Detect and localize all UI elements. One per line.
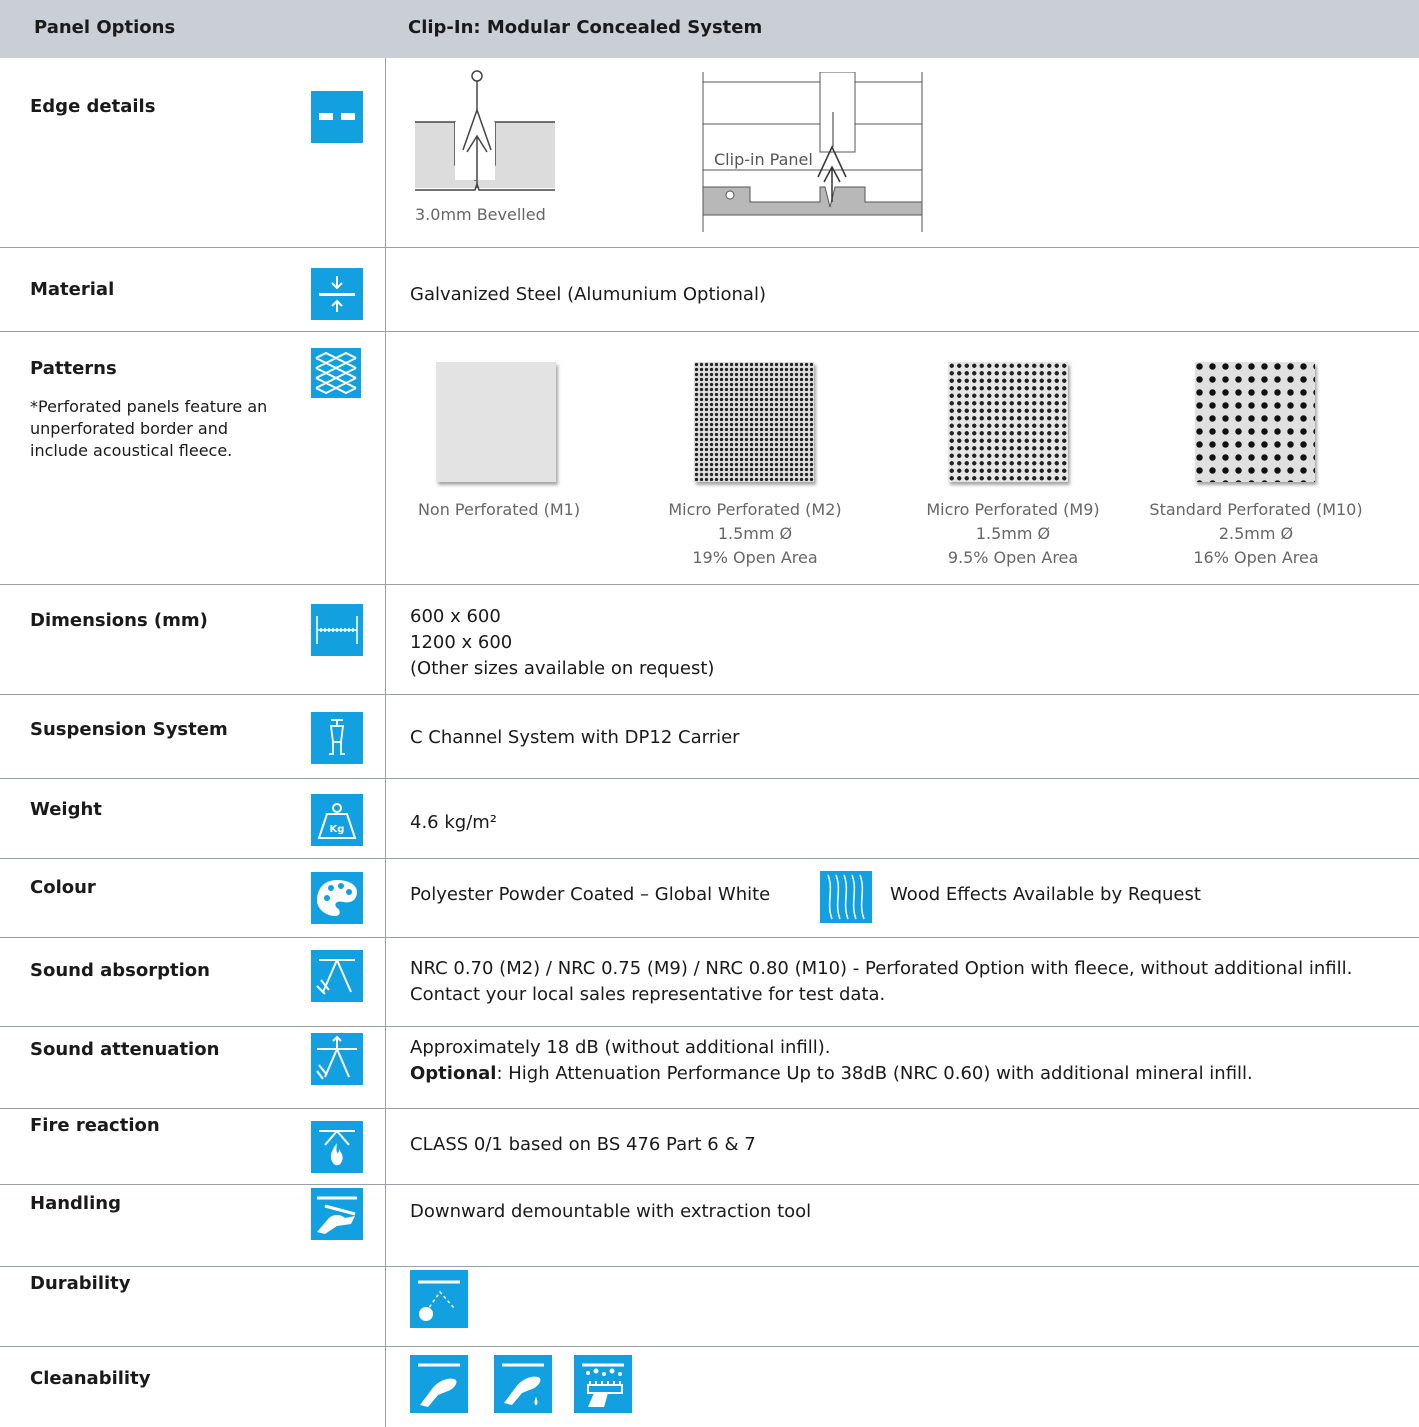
attenuation-optional-label: Optional — [410, 1063, 497, 1084]
durability-label: Durability — [30, 1273, 131, 1294]
row-edge-details: Edge details 3.0mm Bevelled Clip-in Pane… — [0, 58, 1419, 248]
cleanability-label: Cleanability — [30, 1368, 151, 1389]
pattern-m10-open-area: 16% Open Area — [1193, 548, 1319, 567]
pattern-icon — [311, 348, 361, 398]
absorption-label: Sound absorption — [30, 960, 210, 981]
row-cleanability: Cleanability — [0, 1347, 1419, 1427]
clip-in-panel-label: Clip-in Panel — [714, 150, 813, 169]
wood-icon — [820, 871, 872, 923]
row-material: Material Galvanized Steel (Alumunium Opt… — [0, 248, 1419, 332]
dimension-note: (Other sizes available on request) — [410, 658, 715, 679]
row-dimensions: Dimensions (mm) 600 x 600 1200 x 600 (Ot… — [0, 585, 1419, 695]
absorption-nrc: NRC 0.70 (M2) / NRC 0.75 (M9) / NRC 0.80… — [410, 958, 1353, 979]
swatch-m9 — [948, 362, 1068, 482]
row-suspension: Suspension System C Channel System with … — [0, 695, 1419, 779]
weight-value: 4.6 kg/m² — [410, 812, 498, 833]
header-system-name: Clip-In: Modular Concealed System — [408, 17, 763, 38]
row-durability: Durability — [0, 1267, 1419, 1347]
row-sound-attenuation: Sound attenuation Approximately 18 dB (w… — [0, 1027, 1419, 1109]
attenuation-optional: Optional: High Attenuation Performance U… — [410, 1061, 1253, 1087]
dimensions-values: 600 x 600 1200 x 600 (Other sizes availa… — [410, 604, 714, 682]
absorption-icon — [311, 950, 363, 1002]
dimension-1200x600: 1200 x 600 — [410, 632, 513, 653]
edge-label: Edge details — [30, 96, 156, 117]
row-patterns: Patterns *Perforated panels feature an u… — [0, 332, 1419, 585]
attenuation-icon — [311, 1033, 363, 1085]
impact-icon — [410, 1270, 468, 1328]
suspension-label: Suspension System — [30, 719, 228, 740]
wipe-icon — [410, 1355, 468, 1413]
wood-effects-text: Wood Effects Available by Request — [890, 884, 1201, 905]
weight-icon-text: Kg — [330, 824, 345, 835]
row-weight: Weight Kg 4.6 kg/m² — [0, 779, 1419, 859]
pattern-m1-name: Non Perforated (M1) — [417, 500, 581, 519]
pattern-m2-name: Micro Perforated (M2) — [668, 500, 842, 519]
fire-value: CLASS 0/1 based on BS 476 Part 6 & 7 — [410, 1134, 756, 1155]
attenuation-optional-text: : High Attenuation Performance Up to 38d… — [496, 1063, 1253, 1084]
pattern-m10: Standard Perforated (M10) 2.5mm Ø 16% Op… — [1136, 498, 1376, 570]
handling-value: Downward demountable with extraction too… — [410, 1201, 812, 1222]
material-label: Material — [30, 279, 115, 300]
pattern-m2-open-area: 19% Open Area — [692, 548, 818, 567]
material-value: Galvanized Steel (Alumunium Optional) — [410, 284, 766, 305]
fire-label: Fire reaction — [30, 1115, 160, 1136]
colour-label: Colour — [30, 877, 96, 898]
handling-icon — [311, 1188, 363, 1240]
pattern-m10-diameter: 2.5mm Ø — [1218, 524, 1294, 543]
swatch-m2 — [694, 362, 814, 482]
dimension-icon — [311, 604, 363, 656]
attenuation-label: Sound attenuation — [30, 1039, 220, 1060]
weight-label: Weight — [30, 799, 102, 820]
dimensions-label: Dimensions (mm) — [30, 610, 208, 631]
palette-icon — [311, 872, 363, 924]
bevelled-edge-diagram — [415, 70, 555, 191]
pattern-m2-diameter: 1.5mm Ø — [717, 524, 793, 543]
dimension-600x600: 600 x 600 — [410, 606, 501, 627]
edge-caption: 3.0mm Bevelled — [415, 205, 546, 224]
edge-icon — [311, 91, 363, 143]
pattern-m2: Micro Perforated (M2) 1.5mm Ø 19% Open A… — [655, 498, 855, 570]
absorption-values: NRC 0.70 (M2) / NRC 0.75 (M9) / NRC 0.80… — [410, 956, 1352, 1008]
wash-icon — [494, 1355, 552, 1413]
swatch-m1 — [436, 362, 556, 482]
colour-value: Polyester Powder Coated – Global White — [410, 884, 771, 905]
pattern-m1: Non Perforated (M1) — [399, 498, 599, 522]
row-handling: Handling Downward demountable with extra… — [0, 1185, 1419, 1267]
suspension-icon — [311, 712, 363, 764]
pattern-m9: Micro Perforated (M9) 1.5mm Ø 9.5% Open … — [913, 498, 1113, 570]
handling-label: Handling — [30, 1193, 121, 1214]
swatch-m10 — [1195, 362, 1315, 482]
table-header: Panel Options Clip-In: Modular Concealed… — [0, 0, 1419, 58]
attenuation-approx: Approximately 18 dB (without additional … — [410, 1037, 831, 1058]
fire-icon — [311, 1121, 363, 1173]
pattern-m9-name: Micro Perforated (M9) — [926, 500, 1100, 519]
pattern-m10-name: Standard Perforated (M10) — [1149, 500, 1363, 519]
row-sound-absorption: Sound absorption NRC 0.70 (M2) / NRC 0.7… — [0, 938, 1419, 1027]
patterns-note: *Perforated panels feature an unperforat… — [30, 397, 268, 460]
suspension-value: C Channel System with DP12 Carrier — [410, 727, 740, 748]
pattern-m9-diameter: 1.5mm Ø — [975, 524, 1051, 543]
absorption-contact: Contact your local sales representative … — [410, 984, 886, 1005]
brush-icon — [574, 1355, 632, 1413]
weight-icon: Kg — [311, 794, 363, 846]
pattern-m9-open-area: 9.5% Open Area — [947, 548, 1079, 567]
header-panel-options: Panel Options — [34, 17, 176, 38]
material-icon — [311, 268, 363, 320]
patterns-label: Patterns — [30, 358, 117, 379]
row-colour: Colour Polyester Powder Coated – Global … — [0, 859, 1419, 938]
row-fire-reaction: Fire reaction CLASS 0/1 based on BS 476 … — [0, 1109, 1419, 1185]
attenuation-values: Approximately 18 dB (without additional … — [410, 1035, 1253, 1087]
